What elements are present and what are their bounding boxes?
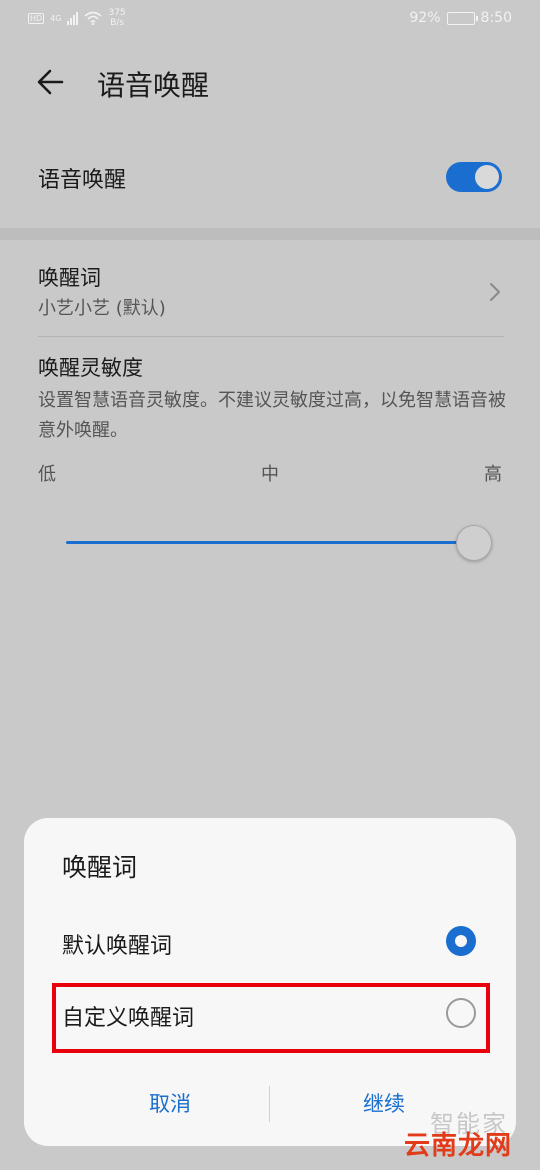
toggle-knob <box>475 165 499 189</box>
cancel-button[interactable]: 取消 <box>70 1088 270 1118</box>
network-type: 4G <box>50 13 62 23</box>
status-right: 92% 8:50 <box>409 10 512 26</box>
sensitivity-title: 唤醒灵敏度 <box>38 356 143 380</box>
clock: 8:50 <box>480 10 512 26</box>
sensitivity-high-label: 高 <box>484 464 502 485</box>
battery-percent: 92% <box>409 10 441 26</box>
wake-word-dialog: 唤醒词 默认唤醒词 自定义唤醒词 取消 继续 <box>24 818 516 1146</box>
sensitivity-mid-label: 中 <box>261 464 279 485</box>
wifi-icon <box>84 11 103 25</box>
page-title: 语音唤醒 <box>97 69 210 102</box>
section-divider <box>0 228 540 240</box>
arrow-left-icon <box>37 69 64 95</box>
sensitivity-slider-track[interactable] <box>66 541 474 544</box>
radio-selected[interactable] <box>446 926 476 956</box>
speed-value: 375 <box>108 8 126 18</box>
option-label: 默认唤醒词 <box>62 934 173 959</box>
battery-icon <box>446 11 478 25</box>
sensitivity-low-label: 低 <box>38 464 56 485</box>
voice-wake-label: 语音唤醒 <box>38 168 127 193</box>
row-divider <box>38 336 504 337</box>
voice-wake-row[interactable]: 语音唤醒 <box>0 140 540 220</box>
speed-unit: B/s <box>110 18 125 28</box>
network-speed: 375 B/s <box>108 8 125 28</box>
status-left: HD 4G 375 B/s <box>28 8 126 28</box>
hd-badge: HD <box>28 12 45 24</box>
option-default-wake-word[interactable]: 默认唤醒词 <box>24 908 516 978</box>
wake-word-value: 小艺小艺 (默认) <box>38 298 166 319</box>
sensitivity-slider-thumb[interactable] <box>456 525 492 561</box>
back-button[interactable] <box>30 62 70 102</box>
button-divider <box>269 1086 270 1122</box>
chevron-right-icon <box>490 283 500 301</box>
wake-word-row[interactable]: 唤醒词 小艺小艺 (默认) <box>0 254 540 338</box>
wake-word-title: 唤醒词 <box>38 266 101 290</box>
watermark-bottom: 云南龙网 <box>404 1131 513 1161</box>
app-header: 语音唤醒 <box>0 50 540 110</box>
dialog-title: 唤醒词 <box>62 853 138 882</box>
status-bar: HD 4G 375 B/s 92% 8:50 <box>0 0 540 40</box>
red-highlight-box <box>52 983 490 1053</box>
voice-wake-toggle[interactable] <box>446 162 502 192</box>
signal-icon <box>67 11 79 25</box>
sensitivity-description: 设置智慧语音灵敏度。不建议灵敏度过高，以免智慧语音被意外唤醒。 <box>38 390 506 441</box>
